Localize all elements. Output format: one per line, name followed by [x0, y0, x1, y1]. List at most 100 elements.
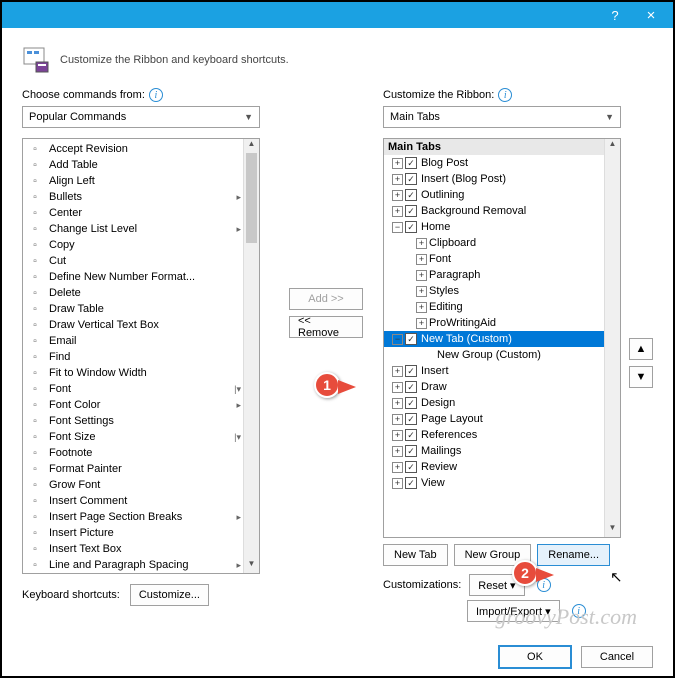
expand-icon[interactable]: + [416, 318, 427, 329]
list-item[interactable]: ▫Delete [23, 285, 259, 301]
list-item[interactable]: ▫Center [23, 205, 259, 221]
customize-ribbon-combo[interactable]: Main Tabs ▼ [383, 106, 621, 128]
tree-node[interactable]: +✓Page Layout [384, 411, 620, 427]
list-item[interactable]: ▫Bullets▸ [23, 189, 259, 205]
list-item[interactable]: ▫Draw Vertical Text Box [23, 317, 259, 333]
list-item[interactable]: ▫Format Painter [23, 461, 259, 477]
checkbox[interactable]: ✓ [405, 205, 417, 217]
list-item[interactable]: ▫Font|▾ [23, 381, 259, 397]
checkbox[interactable]: ✓ [405, 461, 417, 473]
expand-icon[interactable]: + [392, 366, 403, 377]
tree-node[interactable]: +Styles [384, 283, 620, 299]
list-item[interactable]: ▫Footnote [23, 445, 259, 461]
checkbox[interactable]: ✓ [405, 189, 417, 201]
checkbox[interactable]: ✓ [405, 157, 417, 169]
expand-icon[interactable]: + [416, 254, 427, 265]
scroll-thumb[interactable] [246, 153, 257, 243]
expand-icon[interactable]: + [392, 382, 403, 393]
expand-icon[interactable]: + [392, 398, 403, 409]
list-item[interactable]: ▫Define New Number Format... [23, 269, 259, 285]
checkbox[interactable]: ✓ [405, 445, 417, 457]
list-item[interactable]: ▫Draw Table [23, 301, 259, 317]
tree-node[interactable]: +Editing [384, 299, 620, 315]
list-item[interactable]: ▫Insert Comment [23, 493, 259, 509]
close-icon[interactable]: × [633, 7, 669, 24]
list-item[interactable]: ▫Insert Text Box [23, 541, 259, 557]
expand-icon[interactable]: + [392, 462, 403, 473]
tree-node[interactable]: +✓Mailings [384, 443, 620, 459]
expand-icon[interactable]: + [392, 478, 403, 489]
checkbox[interactable]: ✓ [405, 365, 417, 377]
checkbox[interactable]: ✓ [405, 429, 417, 441]
tree-node[interactable]: +✓Insert [384, 363, 620, 379]
commands-list[interactable]: ▫Accept Revision▫Add Table▫Align Left▫Bu… [22, 138, 260, 574]
scroll-down-icon[interactable]: ▼ [244, 559, 259, 573]
tree-node[interactable]: +✓View [384, 475, 620, 491]
tree-node[interactable]: −✓Home [384, 219, 620, 235]
list-item[interactable]: ▫Add Table [23, 157, 259, 173]
tree-node[interactable]: +✓Background Removal [384, 203, 620, 219]
list-item[interactable]: ▫Change List Level▸ [23, 221, 259, 237]
scrollbar[interactable]: ▲ ▼ [243, 139, 259, 573]
move-down-button[interactable]: ▼ [629, 366, 653, 388]
expand-icon[interactable]: + [392, 446, 403, 457]
tree-node[interactable]: +✓Insert (Blog Post) [384, 171, 620, 187]
remove-button[interactable]: << Remove [289, 316, 363, 338]
move-up-button[interactable]: ▲ [629, 338, 653, 360]
tree-node[interactable]: +✓Design [384, 395, 620, 411]
ribbon-tree[interactable]: Main Tabs +✓Blog Post+✓Insert (Blog Post… [383, 138, 621, 538]
customize-shortcuts-button[interactable]: Customize... [130, 584, 209, 606]
tree-node[interactable]: +Font [384, 251, 620, 267]
tree-node[interactable]: −✓New Tab (Custom) [384, 331, 620, 347]
tree-node[interactable]: +✓Review [384, 459, 620, 475]
expand-icon[interactable]: + [392, 430, 403, 441]
tree-node[interactable]: +✓References [384, 427, 620, 443]
new-tab-button[interactable]: New Tab [383, 544, 448, 566]
list-item[interactable]: ▫Font Settings [23, 413, 259, 429]
tree-node[interactable]: +✓Draw [384, 379, 620, 395]
checkbox[interactable]: ✓ [405, 477, 417, 489]
checkbox[interactable]: ✓ [405, 413, 417, 425]
help-icon[interactable]: ? [597, 8, 633, 23]
list-item[interactable]: ▫Find [23, 349, 259, 365]
expand-icon[interactable]: + [416, 270, 427, 281]
list-item[interactable]: ▫Font Color▸ [23, 397, 259, 413]
scroll-up-icon[interactable]: ▲ [605, 139, 620, 153]
scroll-down-icon[interactable]: ▼ [605, 523, 620, 537]
info-icon[interactable]: i [149, 88, 163, 102]
tree-node[interactable]: +Clipboard [384, 235, 620, 251]
ok-button[interactable]: OK [499, 646, 571, 668]
tree-node[interactable]: New Group (Custom) [384, 347, 620, 363]
checkbox[interactable]: ✓ [405, 333, 417, 345]
list-item[interactable]: ▫Align Left [23, 173, 259, 189]
expand-icon[interactable]: + [392, 158, 403, 169]
list-item[interactable]: ▫Email [23, 333, 259, 349]
list-item[interactable]: ▫Insert Page Section Breaks▸ [23, 509, 259, 525]
expand-icon[interactable]: + [416, 286, 427, 297]
tree-node[interactable]: +ProWritingAid [384, 315, 620, 331]
list-item[interactable]: ▫Line and Paragraph Spacing▸ [23, 557, 259, 573]
tree-node[interactable]: +✓Blog Post [384, 155, 620, 171]
list-item[interactable]: ▫Copy [23, 237, 259, 253]
expand-icon[interactable]: + [392, 414, 403, 425]
scroll-up-icon[interactable]: ▲ [244, 139, 259, 153]
list-item[interactable]: ▫Font Size|▾ [23, 429, 259, 445]
list-item[interactable]: ▫Grow Font [23, 477, 259, 493]
add-button[interactable]: Add >> [289, 288, 363, 310]
cancel-button[interactable]: Cancel [581, 646, 653, 668]
expand-icon[interactable]: + [416, 302, 427, 313]
scrollbar[interactable]: ▲ ▼ [604, 139, 620, 537]
commands-from-combo[interactable]: Popular Commands ▼ [22, 106, 260, 128]
checkbox[interactable]: ✓ [405, 397, 417, 409]
expand-icon[interactable]: − [392, 334, 403, 345]
list-item[interactable]: ▫Accept Revision [23, 141, 259, 157]
tree-node[interactable]: +Paragraph [384, 267, 620, 283]
rename-button[interactable]: Rename... [537, 544, 610, 566]
list-item[interactable]: ▫Fit to Window Width [23, 365, 259, 381]
tree-node[interactable]: +✓Outlining [384, 187, 620, 203]
expand-icon[interactable]: + [392, 206, 403, 217]
list-item[interactable]: ▫Insert Picture [23, 525, 259, 541]
checkbox[interactable]: ✓ [405, 381, 417, 393]
checkbox[interactable]: ✓ [405, 221, 417, 233]
expand-icon[interactable]: + [392, 174, 403, 185]
